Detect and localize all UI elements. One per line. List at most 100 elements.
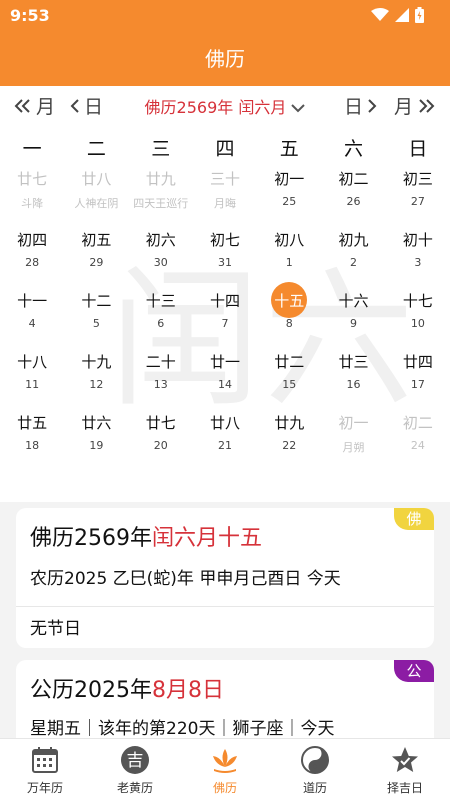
calendar-day[interactable]: 廿七 20: [129, 410, 193, 471]
calendar-day[interactable]: 十四 7: [193, 288, 257, 349]
card-divider: [16, 606, 434, 607]
lunar-day-label: 廿七: [145, 414, 176, 432]
day-sub-label: 12: [89, 378, 104, 391]
calendar-day[interactable]: 十二 5: [64, 288, 128, 349]
status-bar: 9:53: [0, 0, 450, 30]
lunar-day-label: 廿九: [274, 414, 305, 432]
lunar-day-label: 十七: [402, 292, 433, 310]
calendar-day[interactable]: 初六 30: [129, 227, 193, 288]
calendar-day[interactable]: 初五 29: [64, 227, 128, 288]
lunar-day-label: 十一: [17, 292, 48, 310]
calendar-day[interactable]: 廿五 18: [0, 410, 64, 471]
lunar-day-label: 廿七: [17, 170, 48, 188]
calendar-day[interactable]: 初八 1: [257, 227, 321, 288]
status-time: 9:53: [10, 6, 50, 25]
calendar-day[interactable]: 初二 26: [321, 166, 385, 227]
lunar-day-label: 廿二: [274, 353, 305, 371]
calendar-day[interactable]: 十六 9: [321, 288, 385, 349]
day-sub-label: 2: [350, 256, 358, 269]
calendar-day[interactable]: 廿七 斗降: [0, 166, 64, 227]
calendar-day[interactable]: 初三 27: [386, 166, 450, 227]
lunar-day-label: 初六: [145, 231, 176, 249]
next-month-button[interactable]: 月: [394, 92, 435, 119]
lunar-day-label: 初一: [274, 170, 305, 188]
calendar-day[interactable]: 十一 4: [0, 288, 64, 349]
weekday-label: 二: [86, 138, 106, 160]
calendar-day[interactable]: 初四 28: [0, 227, 64, 288]
calendar-day[interactable]: 廿六 19: [64, 410, 128, 471]
day-sub-label: 1: [285, 256, 293, 269]
next-day-button[interactable]: 日: [344, 92, 377, 119]
tab-foli[interactable]: 佛历: [180, 739, 270, 800]
tab-wannianli[interactable]: 万年历: [0, 739, 90, 800]
tab-label: 佛历: [212, 781, 237, 795]
calendar-day[interactable]: 初二 24: [386, 410, 450, 471]
day-sub-label: 13: [153, 378, 168, 391]
calendar-day[interactable]: 初一 25: [257, 166, 321, 227]
battery-icon: [415, 7, 424, 23]
calendar-day[interactable]: 廿二 15: [257, 349, 321, 410]
calendar-day[interactable]: 十八 11: [0, 349, 64, 410]
lunar-day-label: 初四: [17, 231, 48, 249]
weekday-label: 六: [344, 138, 364, 160]
calendar-day[interactable]: 十三 6: [129, 288, 193, 349]
day-sub-label: 4: [28, 317, 36, 330]
calendar-day[interactable]: 初七 31: [193, 227, 257, 288]
day-sub-label: 18: [25, 439, 40, 452]
wifi-icon: [371, 8, 389, 21]
day-sub-label: 19: [89, 439, 104, 452]
status-icons: [371, 7, 424, 23]
tab-daoli[interactable]: 道历: [270, 739, 360, 800]
day-sub-label: 6: [157, 317, 165, 330]
next-day-label: 日: [344, 96, 364, 118]
weekday-label: 五: [279, 138, 299, 160]
fo-date-title: 佛历2569年闰六月十五: [30, 520, 262, 552]
day-sub-label: 20: [153, 439, 168, 452]
lunar-day-label: 廿一: [209, 353, 240, 371]
calendar-day[interactable]: 廿八 人神在阴: [64, 166, 128, 227]
lunar-day-label: 十四: [209, 292, 240, 310]
day-sub-label: 9: [350, 317, 358, 330]
day-sub-label: 3: [414, 256, 422, 269]
lunar-day-label: 初八: [274, 231, 305, 249]
gregorian-date-title: 公历2025年8月8日: [30, 672, 224, 704]
lunar-day-label: 初二: [402, 414, 433, 432]
calendar-day[interactable]: 初十 3: [386, 227, 450, 288]
day-sub-label: 28: [25, 256, 40, 269]
calendar-day[interactable]: 初九 2: [321, 227, 385, 288]
lunar-day-label: 廿四: [402, 353, 433, 371]
day-sub-label: 31: [217, 256, 232, 269]
day-sub-label: 8: [285, 317, 293, 330]
double-chevron-right-icon: [419, 98, 435, 113]
day-sub-label: 斗降: [21, 197, 44, 210]
tab-zejiri[interactable]: 择吉日: [360, 739, 450, 800]
day-sub-label: 26: [346, 195, 361, 208]
signal-icon: [395, 8, 409, 22]
calendar-day[interactable]: 廿八 21: [193, 410, 257, 471]
tab-laohuangli[interactable]: 吉 老黄历: [90, 739, 180, 800]
tab-label: 万年历: [26, 781, 63, 795]
calendar-day[interactable]: 十九 12: [64, 349, 128, 410]
calendar-week-row: 十八 11 十九 12 二十 13 廿一 14 廿二 15 廿三 16 廿四 17: [0, 349, 450, 410]
gregorian-year: 公历2025年: [30, 678, 152, 703]
month-selector[interactable]: 佛历2569年 闰六月: [0, 94, 450, 118]
calendar-day[interactable]: 初一 月朔: [321, 410, 385, 471]
calendar-day[interactable]: 廿一 14: [193, 349, 257, 410]
weekday-label: 日: [408, 138, 428, 160]
weekday-label: 四: [215, 138, 235, 160]
calendar-day[interactable]: 二十 13: [129, 349, 193, 410]
calendar-day[interactable]: 十七 10: [386, 288, 450, 349]
lunar-day-label: 十五: [274, 292, 305, 310]
day-sub-label: 16: [346, 378, 361, 391]
fo-day-highlight: 闰六月十五: [152, 526, 263, 551]
calendar-day[interactable]: 廿四 17: [386, 349, 450, 410]
lotus-icon: [213, 749, 237, 773]
calendar-day[interactable]: 廿九 四天王巡行: [129, 166, 193, 227]
calendar-day[interactable]: 廿三 16: [321, 349, 385, 410]
calendar-day[interactable]: 廿九 22: [257, 410, 321, 471]
month-title: 佛历2569年 闰六月: [144, 98, 287, 117]
calendar-day-today[interactable]: 十五 8: [257, 282, 321, 349]
calendar-day[interactable]: 三十 月晦: [193, 166, 257, 227]
fo-year: 佛历2569年: [30, 526, 152, 551]
chevron-right-icon: [368, 98, 377, 113]
